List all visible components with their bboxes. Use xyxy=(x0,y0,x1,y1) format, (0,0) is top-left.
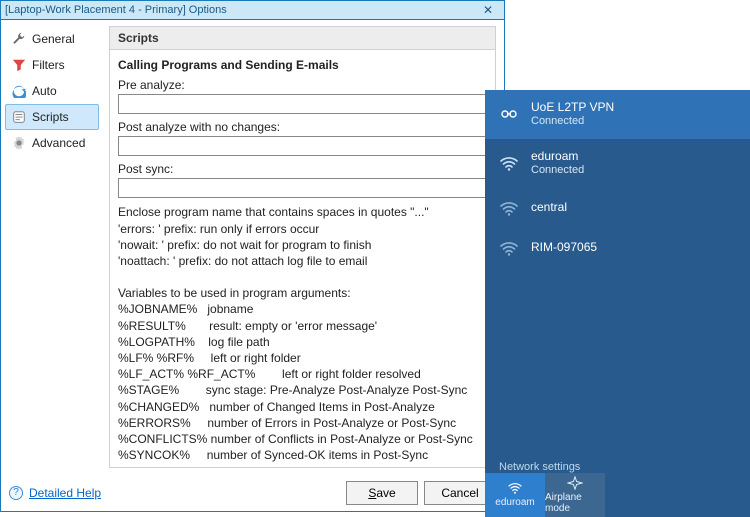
network-name: central xyxy=(531,200,567,215)
detailed-help-label: Detailed Help xyxy=(29,486,101,500)
network-flyout: UoE L2TP VPN Connected eduroam Connected… xyxy=(485,90,750,517)
sidebar-item-auto[interactable]: Auto xyxy=(5,78,99,104)
airplane-tile[interactable]: Airplane mode xyxy=(545,473,605,517)
network-list: UoE L2TP VPN Connected eduroam Connected… xyxy=(485,90,750,268)
network-name: eduroam xyxy=(531,149,584,164)
network-item-central[interactable]: central xyxy=(485,188,750,228)
wifi-tile[interactable]: eduroam xyxy=(485,473,545,517)
network-name: RIM-097065 xyxy=(531,240,597,255)
wifi-icon xyxy=(499,153,519,173)
options-dialog: [Laptop-Work Placement 4 - Primary] Opti… xyxy=(0,0,505,512)
sidebar-label: Filters xyxy=(32,58,65,72)
sidebar-item-scripts[interactable]: Scripts xyxy=(5,104,99,130)
wifi-icon xyxy=(499,238,519,258)
window-title: [Laptop-Work Placement 4 - Primary] Opti… xyxy=(5,4,476,16)
vpn-icon xyxy=(499,104,519,124)
sidebar-label: Advanced xyxy=(32,136,85,150)
funnel-icon xyxy=(12,58,26,72)
sidebar-label: Scripts xyxy=(32,110,69,124)
help-icon: ? xyxy=(9,486,23,500)
airplane-tile-label: Airplane mode xyxy=(545,492,605,514)
pre-analyze-input[interactable] xyxy=(118,94,487,114)
network-status: Connected xyxy=(531,115,614,129)
titlebar[interactable]: [Laptop-Work Placement 4 - Primary] Opti… xyxy=(1,1,504,20)
network-item-rim[interactable]: RIM-097065 xyxy=(485,228,750,268)
cancel-label: Cancel xyxy=(441,486,478,500)
section-header: Scripts xyxy=(109,26,496,50)
network-name: UoE L2TP VPN xyxy=(531,100,614,115)
network-settings-link[interactable]: Network settings xyxy=(499,461,580,473)
options-sidebar: General Filters Auto Scripts xyxy=(1,20,103,474)
scripts-subheading: Calling Programs and Sending E-mails xyxy=(118,58,487,72)
gear-icon xyxy=(12,136,26,150)
sidebar-label: General xyxy=(32,32,75,46)
post-analyze-input[interactable] xyxy=(118,136,487,156)
save-rest: ave xyxy=(376,486,395,500)
scripts-help-text: Enclose program name that contains space… xyxy=(118,204,487,463)
post-sync-label: Post sync: xyxy=(118,162,487,176)
close-icon[interactable]: ✕ xyxy=(476,3,500,17)
detailed-help-link[interactable]: Detailed Help xyxy=(29,486,101,500)
network-status: Connected xyxy=(531,164,584,178)
network-item-vpn[interactable]: UoE L2TP VPN Connected xyxy=(485,90,750,139)
pre-analyze-label: Pre analyze: xyxy=(118,78,487,92)
sidebar-item-general[interactable]: General xyxy=(5,26,99,52)
sidebar-item-filters[interactable]: Filters xyxy=(5,52,99,78)
save-button[interactable]: Save xyxy=(346,481,418,505)
post-sync-input[interactable] xyxy=(118,178,487,198)
sidebar-item-advanced[interactable]: Advanced xyxy=(5,130,99,156)
scroll-icon xyxy=(12,110,26,124)
sidebar-label: Auto xyxy=(32,84,57,98)
refresh-icon xyxy=(12,84,26,98)
wifi-tile-label: eduroam xyxy=(495,497,534,508)
network-item-eduroam[interactable]: eduroam Connected xyxy=(485,139,750,188)
wrench-icon xyxy=(12,32,26,46)
post-analyze-label: Post analyze with no changes: xyxy=(118,120,487,134)
wifi-icon xyxy=(499,198,519,218)
